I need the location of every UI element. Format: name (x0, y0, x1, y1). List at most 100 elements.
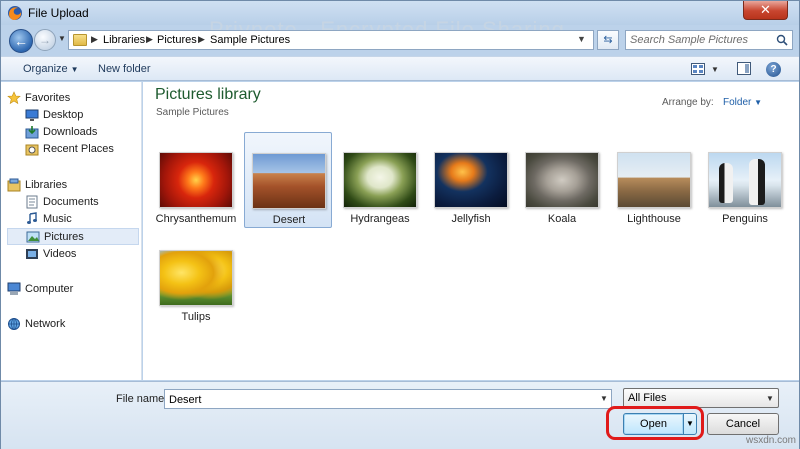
change-view-icon[interactable] (691, 63, 705, 75)
refresh-button[interactable]: ⇆ (597, 30, 619, 50)
organize-menu[interactable]: Organize ▼ (23, 63, 79, 75)
breadcrumb-separator-icon[interactable]: ▶ (146, 34, 153, 45)
thumbnail-image (708, 152, 782, 208)
file-type-select[interactable]: All Files ▼ (623, 388, 779, 408)
chevron-down-icon: ▼ (766, 394, 774, 403)
title-bar[interactable]: File Upload Privnote · Encrypted File Sh… (1, 1, 799, 42)
sidebar-item-libraries[interactable]: Libraries (7, 177, 139, 194)
arrange-by-value: Folder (723, 97, 752, 108)
breadcrumb-separator-icon[interactable]: ▶ (91, 34, 98, 45)
search-box[interactable] (625, 30, 793, 50)
chevron-down-icon: ▼ (58, 34, 66, 43)
command-bar: Organize ▼ New folder ▼ ? (1, 56, 799, 81)
sidebar-item-label: Documents (43, 196, 99, 208)
thumbnail-image (434, 152, 508, 208)
file-name: Hydrangeas (350, 213, 410, 225)
back-arrow-icon: ← (14, 33, 28, 49)
file-name: Lighthouse (627, 213, 681, 225)
highlight-annotation (606, 406, 704, 440)
arrange-by-label: Arrange by: (662, 97, 714, 108)
library-title: Pictures library (155, 86, 261, 103)
file-item-tulips[interactable]: Tulips (152, 230, 240, 326)
sidebar-item-computer[interactable]: Computer (7, 281, 139, 298)
file-name: Jellyfish (451, 213, 491, 225)
file-item-hydrangeas[interactable]: Hydrangeas (336, 132, 424, 228)
breadcrumb-libraries[interactable]: Libraries (103, 34, 145, 46)
file-item-lighthouse[interactable]: Lighthouse (610, 132, 698, 228)
back-button[interactable]: ← (9, 29, 33, 53)
sidebar-item-downloads[interactable]: Downloads (25, 124, 139, 141)
file-name-input[interactable] (169, 392, 589, 407)
file-name: Penguins (722, 213, 768, 225)
search-input[interactable] (630, 33, 770, 47)
sidebar-item-label: Favorites (25, 92, 71, 104)
sidebar-item-label: Music (43, 213, 72, 225)
sidebar-item-recent-places[interactable]: Recent Places (25, 141, 139, 158)
view-options-dropdown-icon[interactable]: ▼ (711, 65, 719, 74)
thumbnail-image (525, 152, 599, 208)
file-item-desert[interactable]: Desert (244, 132, 332, 228)
search-icon[interactable] (776, 34, 788, 46)
arrange-by-dropdown[interactable]: Folder ▼ (723, 97, 762, 108)
help-icon[interactable]: ? (766, 62, 781, 77)
documents-icon (26, 195, 38, 209)
sidebar-item-music[interactable]: Music (25, 211, 139, 228)
close-icon: ✕ (760, 2, 771, 17)
file-name-field[interactable]: ▼ (164, 389, 612, 409)
music-icon (27, 212, 37, 224)
window-title: File Upload (28, 6, 89, 20)
sidebar-item-label: Network (25, 318, 66, 330)
sidebar-item-pictures[interactable]: Pictures (7, 228, 139, 245)
address-bar[interactable]: ▶ Libraries ▶ Pictures ▶ Sample Pictures… (68, 30, 594, 50)
breadcrumb-sample-pictures[interactable]: Sample Pictures (210, 34, 290, 46)
recent-pages-dropdown[interactable]: ▼ (58, 34, 68, 44)
address-dropdown-icon[interactable]: ▼ (577, 34, 586, 44)
thumbnail-image (252, 153, 326, 209)
computer-icon (7, 282, 21, 295)
file-name: Desert (272, 214, 306, 226)
sidebar-item-label: Videos (43, 248, 77, 260)
libraries-icon (7, 178, 21, 192)
watermark: wsxdn.com (746, 435, 797, 446)
sidebar-item-label: Computer (25, 283, 74, 295)
breadcrumb-separator-icon[interactable]: ▶ (198, 34, 205, 45)
file-item-koala[interactable]: Koala (518, 132, 606, 228)
sidebar-item-label: Desktop (43, 109, 84, 121)
sidebar-item-documents[interactable]: Documents (25, 194, 139, 211)
sidebar-item-label: Pictures (44, 231, 84, 243)
sidebar-item-label: Libraries (25, 179, 68, 191)
sidebar-item-favorites[interactable]: Favorites (7, 90, 139, 107)
navigation-pane: Favorites Desktop Downloads Recent Place… (1, 82, 142, 380)
pictures-icon (26, 231, 40, 243)
folder-icon (73, 34, 87, 46)
sidebar-item-desktop[interactable]: Desktop (25, 107, 139, 124)
videos-icon (26, 249, 38, 259)
preview-pane-icon[interactable] (737, 62, 751, 75)
refresh-icon: ⇆ (603, 34, 613, 46)
downloads-icon (25, 126, 39, 139)
sidebar-item-network[interactable]: Network (7, 316, 139, 333)
organize-label: Organize (23, 63, 68, 75)
sidebar-item-videos[interactable]: Videos (25, 246, 139, 263)
dialog-footer: File name: ▼ All Files ▼ Open ▼ Cancel w… (1, 381, 799, 449)
thumbnail-image (343, 152, 417, 208)
thumbnail-image (159, 152, 233, 208)
firefox-icon (8, 6, 22, 20)
breadcrumb-pictures[interactable]: Pictures (157, 34, 197, 46)
new-folder-button[interactable]: New folder (98, 63, 151, 75)
file-item-chrysanthemum[interactable]: Chrysanthemum (152, 132, 240, 228)
file-name: Chrysanthemum (155, 213, 237, 225)
file-name-dropdown-icon[interactable]: ▼ (600, 394, 608, 403)
file-item-penguins[interactable]: Penguins (701, 132, 789, 228)
file-item-jellyfish[interactable]: Jellyfish (427, 132, 515, 228)
file-name: Tulips (181, 311, 211, 323)
desktop-icon (25, 109, 39, 121)
chevron-down-icon: ▼ (754, 98, 763, 107)
forward-button[interactable]: → (34, 29, 56, 51)
close-button[interactable]: ✕ (743, 1, 788, 20)
forward-arrow-icon: → (39, 33, 51, 47)
thumbnail-image (159, 250, 233, 306)
file-name: Koala (547, 213, 577, 225)
cancel-button[interactable]: Cancel (707, 413, 779, 435)
chevron-down-icon: ▼ (70, 65, 79, 74)
